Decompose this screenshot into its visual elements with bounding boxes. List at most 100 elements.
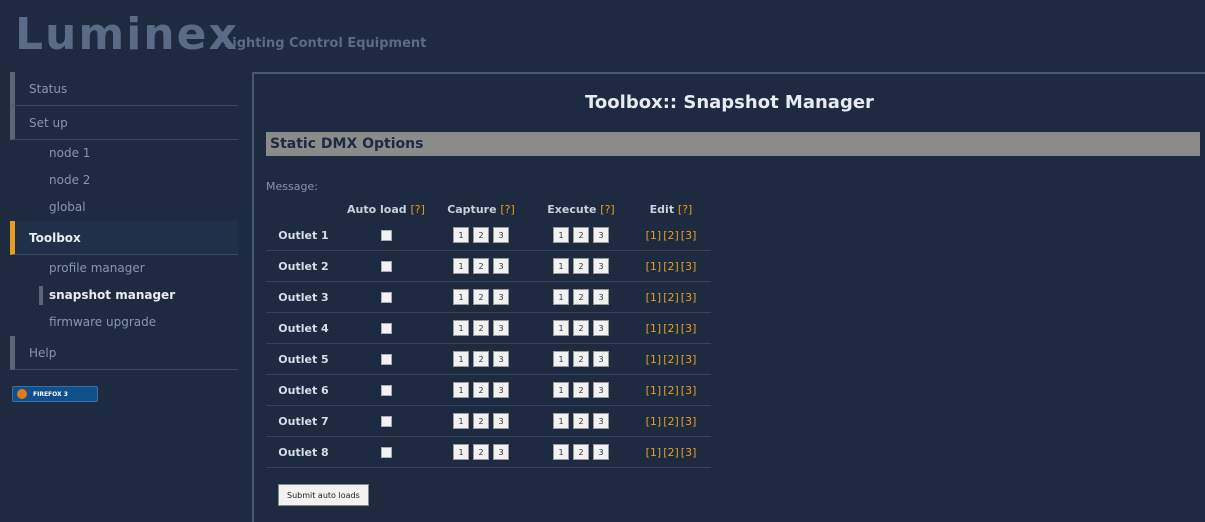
execute-button[interactable]: 1 <box>553 320 569 336</box>
edit-link[interactable]: [2] <box>663 384 679 397</box>
edit-link[interactable]: [1] <box>646 353 662 366</box>
auto-load-checkbox[interactable] <box>380 323 392 334</box>
edit-link[interactable]: [2] <box>663 322 679 335</box>
edit-link[interactable]: [2] <box>663 229 679 242</box>
execute-button[interactable]: 3 <box>593 320 609 336</box>
execute-button[interactable]: 2 <box>573 444 589 460</box>
capture-button[interactable]: 2 <box>473 258 489 274</box>
execute-button[interactable]: 2 <box>573 227 589 243</box>
edit-link[interactable]: [2] <box>663 415 679 428</box>
edit-link[interactable]: [2] <box>663 353 679 366</box>
edit-help-link[interactable]: [?] <box>678 203 692 216</box>
sidebar-item-global[interactable]: global <box>10 194 238 221</box>
capture-button[interactable]: 1 <box>453 351 469 367</box>
edit-link[interactable]: [1] <box>646 446 662 459</box>
execute-button[interactable]: 1 <box>553 413 569 429</box>
auto-load-checkbox[interactable] <box>380 385 392 396</box>
capture-button[interactable]: 2 <box>473 227 489 243</box>
capture-button[interactable]: 3 <box>493 289 509 305</box>
auto-load-cell <box>341 405 431 437</box>
firefox-badge[interactable]: FIREFOX 3 <box>12 386 98 402</box>
auto-load-checkbox[interactable] <box>380 261 392 272</box>
outlet-table: Auto load [?] Capture [?] Execute [?] Ed… <box>266 198 711 468</box>
sidebar-item-setup[interactable]: Set up <box>10 106 238 140</box>
edit-link[interactable]: [3] <box>681 415 697 428</box>
edit-link[interactable]: [2] <box>663 260 679 273</box>
auto-load-checkbox[interactable] <box>380 354 392 365</box>
edit-link[interactable]: [3] <box>681 291 697 304</box>
edit-link[interactable]: [3] <box>681 353 697 366</box>
execute-button[interactable]: 2 <box>573 289 589 305</box>
submit-auto-loads-button[interactable]: Submit auto loads <box>278 484 369 506</box>
edit-link[interactable]: [1] <box>646 322 662 335</box>
execute-button[interactable]: 3 <box>593 382 609 398</box>
edit-link[interactable]: [1] <box>646 291 662 304</box>
execute-help-link[interactable]: [?] <box>600 203 614 216</box>
edit-link[interactable]: [3] <box>681 260 697 273</box>
capture-button[interactable]: 3 <box>493 444 509 460</box>
execute-button[interactable]: 1 <box>553 289 569 305</box>
sidebar-item-toolbox[interactable]: Toolbox <box>10 221 238 255</box>
capture-button[interactable]: 1 <box>453 227 469 243</box>
edit-link[interactable]: [1] <box>646 384 662 397</box>
capture-button[interactable]: 1 <box>453 289 469 305</box>
capture-button[interactable]: 3 <box>493 227 509 243</box>
sidebar-item-node-2[interactable]: node 2 <box>10 167 238 194</box>
auto-load-checkbox[interactable] <box>380 230 392 241</box>
capture-button[interactable]: 3 <box>493 351 509 367</box>
capture-button[interactable]: 1 <box>453 320 469 336</box>
capture-button[interactable]: 2 <box>473 382 489 398</box>
sidebar-item-profile-manager[interactable]: profile manager <box>10 255 238 282</box>
execute-button[interactable]: 2 <box>573 351 589 367</box>
execute-button[interactable]: 3 <box>593 227 609 243</box>
capture-button[interactable]: 2 <box>473 444 489 460</box>
auto-load-checkbox[interactable] <box>380 292 392 303</box>
execute-button[interactable]: 1 <box>553 351 569 367</box>
capture-button[interactable]: 3 <box>493 258 509 274</box>
execute-button[interactable]: 1 <box>553 258 569 274</box>
edit-link[interactable]: [1] <box>646 415 662 428</box>
edit-link[interactable]: [1] <box>646 260 662 273</box>
capture-button[interactable]: 1 <box>453 444 469 460</box>
execute-button[interactable]: 1 <box>553 227 569 243</box>
execute-button[interactable]: 2 <box>573 258 589 274</box>
execute-button[interactable]: 1 <box>553 444 569 460</box>
capture-button[interactable]: 3 <box>493 320 509 336</box>
capture-button[interactable]: 2 <box>473 351 489 367</box>
auto-load-checkbox[interactable] <box>380 416 392 427</box>
sidebar-item-snapshot-manager[interactable]: snapshot manager <box>10 282 238 309</box>
table-row: Outlet 2 1 2 3 1 2 3 [1] [2] [3] <box>266 250 711 282</box>
sidebar-item-status[interactable]: Status <box>10 72 238 106</box>
execute-button[interactable]: 3 <box>593 444 609 460</box>
execute-button[interactable]: 3 <box>593 413 609 429</box>
capture-button[interactable]: 2 <box>473 320 489 336</box>
execute-button[interactable]: 2 <box>573 413 589 429</box>
edit-link[interactable]: [3] <box>681 446 697 459</box>
execute-button[interactable]: 2 <box>573 382 589 398</box>
edit-link[interactable]: [2] <box>663 446 679 459</box>
capture-button[interactable]: 3 <box>493 413 509 429</box>
execute-button[interactable]: 3 <box>593 289 609 305</box>
edit-link[interactable]: [3] <box>681 229 697 242</box>
sidebar-item-firmware-upgrade[interactable]: firmware upgrade <box>10 309 238 336</box>
capture-button[interactable]: 2 <box>473 289 489 305</box>
edit-link[interactable]: [1] <box>646 229 662 242</box>
execute-button[interactable]: 3 <box>593 351 609 367</box>
execute-button[interactable]: 3 <box>593 258 609 274</box>
outlet-name: Outlet 6 <box>266 374 341 406</box>
edit-link[interactable]: [2] <box>663 291 679 304</box>
auto-load-checkbox[interactable] <box>380 447 392 458</box>
capture-button[interactable]: 1 <box>453 382 469 398</box>
execute-button[interactable]: 1 <box>553 382 569 398</box>
edit-link[interactable]: [3] <box>681 384 697 397</box>
auto-load-help-link[interactable]: [?] <box>411 203 425 216</box>
capture-button[interactable]: 3 <box>493 382 509 398</box>
capture-button[interactable]: 2 <box>473 413 489 429</box>
capture-button[interactable]: 1 <box>453 413 469 429</box>
capture-button[interactable]: 1 <box>453 258 469 274</box>
edit-link[interactable]: [3] <box>681 322 697 335</box>
capture-help-link[interactable]: [?] <box>500 203 514 216</box>
execute-button[interactable]: 2 <box>573 320 589 336</box>
sidebar-item-node-1[interactable]: node 1 <box>10 140 238 167</box>
sidebar-item-help[interactable]: Help <box>10 336 238 370</box>
